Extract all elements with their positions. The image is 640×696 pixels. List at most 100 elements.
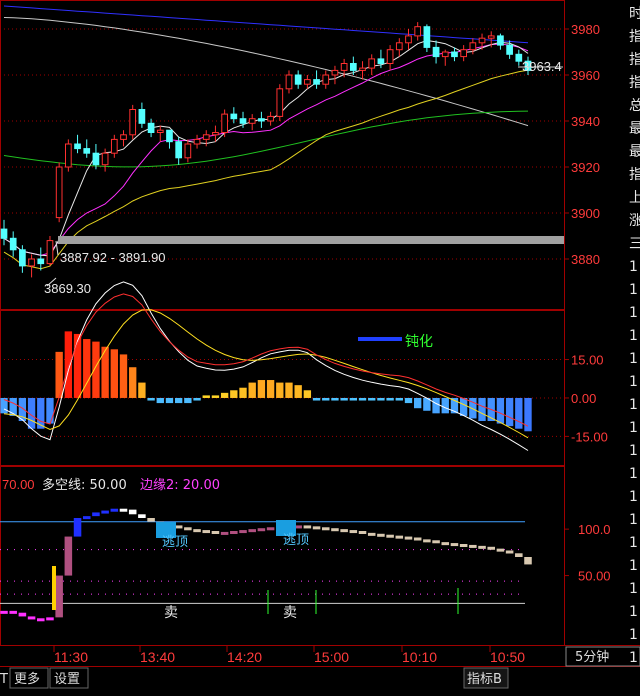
indicator-bar	[349, 530, 358, 534]
indicator-bar	[9, 610, 17, 614]
right-panel-char: 最	[629, 144, 640, 160]
candle-body	[460, 49, 467, 58]
macd-bar	[248, 382, 256, 398]
right-panel-char: 1	[629, 305, 638, 321]
right-panel-char: 1	[629, 604, 638, 620]
indicator-bar	[0, 610, 8, 614]
macd-bar	[404, 397, 413, 404]
macd-bar	[220, 392, 229, 398]
time-tick-label: 11:30	[54, 649, 88, 665]
right-panel-char: 1	[629, 282, 638, 298]
candle-body	[147, 122, 155, 134]
candle-body	[212, 132, 219, 136]
svg-text:设置: 设置	[54, 672, 80, 687]
candle-body	[184, 143, 192, 159]
macd-signal-bar	[358, 337, 402, 341]
indicator-bar	[147, 518, 155, 522]
macd-bar	[386, 397, 394, 401]
macd-bar	[515, 397, 523, 429]
price-tick-label: 3960	[571, 68, 600, 83]
ma-grey-line	[3, 17, 529, 127]
right-panel-char: 1	[629, 627, 638, 643]
macd-bar	[478, 397, 486, 422]
macd-bar	[55, 351, 63, 398]
right-panel-char: 1	[629, 397, 638, 413]
right-panel-char: 时	[629, 6, 640, 22]
candle-body	[193, 138, 201, 145]
macd-bar	[119, 354, 128, 398]
macd-tick-label: -15.00	[571, 429, 608, 444]
macd-histogram	[0, 331, 532, 432]
time-axis: 11:30 13:40 14:20 15:00 10:10 10:50	[53, 646, 525, 665]
macd-bar	[276, 382, 284, 398]
sell-signal-2: 卖	[283, 605, 297, 621]
macd-bar	[349, 397, 358, 401]
candle-body	[175, 141, 183, 159]
indicator-bar	[174, 525, 183, 529]
time-tick-label: 10:50	[490, 649, 525, 665]
indicator-bar	[340, 529, 348, 533]
candle-body	[469, 42, 477, 51]
candle-body	[276, 88, 284, 117]
right-panel-char: 1	[629, 581, 638, 597]
macd-bar	[46, 397, 54, 424]
right-panel-char: 指	[629, 167, 640, 183]
macd-bar	[432, 397, 440, 414]
right-panel-char: 上	[629, 190, 640, 206]
price-tick-label: 3980	[571, 22, 600, 37]
macd-bar	[459, 397, 468, 416]
stock-chart[interactable]: 3980 3960 3940 3920 3900 3880 3963.4 3887.92 …	[0, 0, 640, 696]
indicator-bar	[321, 527, 330, 531]
indicator-bar	[404, 536, 413, 540]
indicator-tick-label: 100.0	[578, 522, 611, 537]
top-signal-label-2: 逃顶	[283, 533, 309, 548]
right-panel-char: 指	[629, 29, 640, 45]
macd-bar	[174, 397, 183, 404]
time-tick-label: 10:10	[402, 649, 437, 665]
macd-lines	[3, 281, 529, 451]
candle-body	[441, 51, 449, 58]
index-b-tab[interactable]: 指标B	[463, 667, 509, 689]
indicator-bar	[193, 529, 201, 533]
indicator-bars	[0, 508, 532, 622]
price-tick-label: 3920	[571, 160, 600, 175]
candle-body	[405, 35, 412, 44]
candle-body	[423, 26, 431, 48]
candle-body	[515, 53, 523, 62]
macd-bar	[138, 382, 146, 398]
macd-bar	[211, 395, 220, 398]
indicator-bar	[27, 616, 36, 620]
candle-body	[138, 109, 146, 124]
candle-body	[101, 152, 109, 166]
panel-frames	[0, 0, 640, 646]
candle-body	[304, 79, 311, 85]
indicator-bar	[101, 510, 109, 514]
macd-bar	[395, 397, 403, 401]
macd-bar	[312, 397, 321, 401]
right-panel-char: 三	[629, 236, 640, 252]
top-signal-label-1: 逃顶	[162, 535, 188, 550]
indicator-bar	[395, 535, 404, 539]
ma-white-line	[3, 39, 529, 257]
macd-bar	[147, 397, 155, 401]
price-tick-label: 3880	[571, 252, 600, 267]
candle-body	[37, 258, 45, 265]
macd-bar	[184, 397, 192, 404]
macd-red-line	[3, 293, 529, 427]
indicator-bar	[367, 532, 376, 536]
indicator-bar	[413, 537, 422, 541]
indicator-bar	[441, 542, 450, 546]
candle-body	[487, 35, 495, 39]
indicator-bar	[524, 557, 532, 565]
candle-body	[19, 249, 26, 267]
candle-body	[395, 42, 403, 51]
indicator-bar	[450, 543, 459, 547]
candle-body	[120, 134, 127, 140]
indicator-bar	[505, 550, 514, 554]
indicator-bar	[138, 514, 146, 518]
macd-signal-label: 钝化	[405, 334, 433, 350]
right-panel-char: 1	[629, 374, 638, 390]
candle-body	[414, 26, 422, 37]
indicator-axis: 100.0 50.00	[564, 522, 611, 584]
indicator-marks	[52, 566, 459, 614]
